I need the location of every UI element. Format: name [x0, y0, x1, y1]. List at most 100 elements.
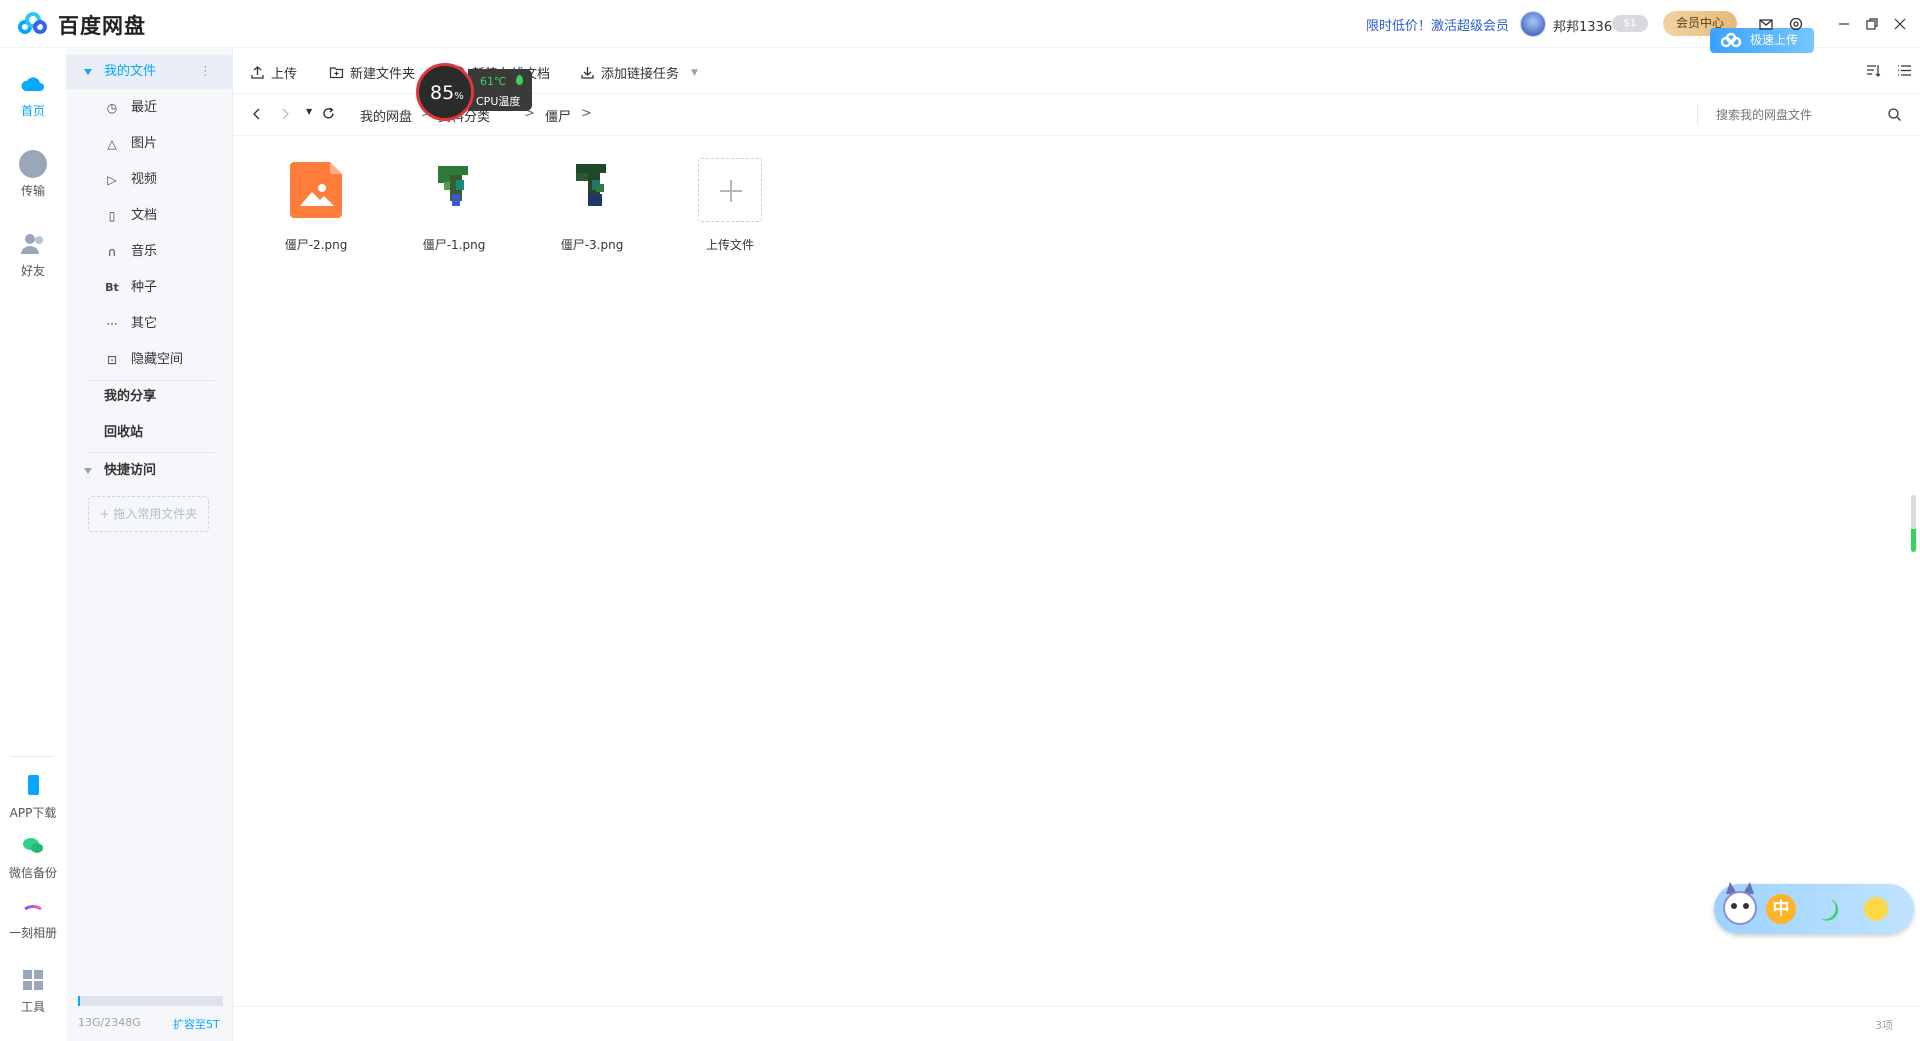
username[interactable]: 邦邦1336 [1553, 16, 1612, 35]
user-avatar[interactable] [1520, 11, 1546, 37]
cpu-usage-ring: 85% [416, 63, 474, 121]
rail-tools[interactable]: 工具 [0, 966, 66, 1015]
rail-friends[interactable]: 好友 [0, 230, 66, 279]
phone-icon [19, 772, 47, 800]
title-bar: 百度网盘 限时低价！激活超级会员 邦邦1336 $1 会员中心 极速上传 [0, 0, 1920, 53]
cloud-icon [19, 70, 47, 98]
cpu-monitor-widget[interactable]: 61℃ CPU温度 85% [416, 63, 532, 121]
upload-button[interactable]: 上传 [250, 63, 297, 82]
sidebar-item-videos[interactable]: ▷ 视频 [66, 163, 233, 197]
sidebar-item-documents[interactable]: ▯ 文档 [66, 199, 233, 233]
image-thumbnail [560, 158, 624, 222]
vip-promo-link[interactable]: 限时低价！激活超级会员 [1366, 15, 1509, 34]
item-count: 3项 [1875, 1019, 1893, 1032]
expand-storage-link[interactable]: 扩容至5T [173, 1016, 220, 1032]
sidebar-item-my-share[interactable]: 我的分享 [66, 380, 233, 414]
collapse-triangle-icon[interactable] [84, 69, 92, 75]
leaf-icon [516, 75, 523, 85]
cpu-percent-unit: % [454, 91, 464, 102]
fast-upload-label: 极速上传 [1750, 33, 1799, 47]
video-icon: ▷ [107, 173, 117, 187]
wechat-icon [19, 832, 47, 860]
document-icon: ▯ [108, 209, 116, 223]
forward-arrow-icon[interactable] [278, 107, 292, 125]
restore-icon[interactable] [1864, 16, 1880, 32]
headphone-icon: ∩ [107, 245, 117, 259]
sidebar-item-pictures[interactable]: △ 图片 [66, 127, 233, 161]
sidebar-item-recycle-bin[interactable]: 回收站 [66, 416, 233, 450]
sidebar-item-label: 最近 [131, 100, 158, 115]
moon-halfwidth-icon[interactable] [1812, 894, 1842, 924]
rail-tools-label: 工具 [20, 1000, 45, 1014]
sidebar-item-torrents[interactable]: Bt 种子 [66, 271, 233, 305]
storage-quota-text: 13G/2348G [78, 1016, 141, 1029]
sidebar-item-label: 图片 [131, 136, 158, 151]
new-folder-label: 新建文件夹 [350, 67, 416, 82]
sidebar-my-files-label: 我的文件 [104, 64, 157, 79]
level-badge[interactable]: $1 [1612, 15, 1648, 32]
new-folder-button[interactable]: 新建文件夹 [329, 63, 415, 82]
breadcrumb-separator: > [581, 106, 592, 121]
more-dots-icon[interactable]: ⋮ [199, 55, 212, 89]
sidebar-item-label: 文档 [131, 208, 158, 223]
rail-divider [10, 756, 54, 757]
album-icon [19, 892, 47, 920]
file-item[interactable]: 僵尸-3.png [532, 158, 652, 253]
list-view-icon [1898, 65, 1911, 76]
settings-gear-icon[interactable] [1788, 16, 1804, 32]
tools-icon [19, 966, 47, 994]
cpu-temp-label: CPU温度 [476, 95, 521, 108]
rail-transfer[interactable]: 传输 [0, 150, 66, 199]
rail-album[interactable]: 一刻相册 [0, 892, 66, 941]
sidebar-item-my-files[interactable]: 我的文件 ⋮ [66, 55, 233, 89]
rail-app-download[interactable]: APP下载 [0, 772, 66, 821]
chevron-down-icon[interactable]: ▼ [691, 68, 698, 78]
file-item[interactable]: 僵尸-2.png [256, 158, 376, 253]
sidebar-item-label: 其它 [131, 316, 158, 331]
add-link-task-button[interactable]: 添加链接任务 ▼ [580, 63, 698, 82]
sidebar-item-recent[interactable]: ◷ 最近 [66, 91, 233, 125]
view-toggle-button[interactable] [1897, 63, 1912, 78]
transfer-icon [19, 150, 47, 178]
refresh-icon[interactable] [321, 106, 336, 125]
breadcrumb-root[interactable]: 我的网盘 [360, 106, 412, 125]
sidebar-quick-access[interactable]: 快捷访问 [66, 454, 233, 488]
sidebar-item-hidden-space[interactable]: ⊡ 隐藏空间 [66, 343, 233, 377]
drop-folder-zone[interactable]: + 拖入常用文件夹 [88, 496, 209, 532]
sidebar-item-label: 种子 [131, 280, 158, 295]
sort-button[interactable] [1866, 63, 1881, 78]
emoji-icon[interactable] [1864, 897, 1888, 921]
rail-home-label: 首页 [20, 104, 45, 118]
friends-icon [19, 230, 47, 258]
baidu-cloud-logo-icon [18, 12, 50, 38]
search-input[interactable] [1698, 102, 1898, 128]
scroll-indicator[interactable] [1911, 495, 1916, 552]
more-icon: ··· [106, 317, 118, 331]
rail-friends-label: 好友 [20, 264, 45, 278]
upload-icon [251, 66, 264, 79]
rail-wechat-backup[interactable]: 微信备份 [0, 832, 66, 881]
app-logo: 百度网盘 [18, 10, 146, 40]
close-icon[interactable] [1892, 16, 1908, 32]
storage-quota-bar [78, 996, 223, 1006]
image-thumbnail [422, 158, 486, 222]
storage-quota-fill [78, 996, 80, 1006]
chinese-mode-icon[interactable]: 中 [1766, 894, 1796, 924]
sidebar-item-label: 音乐 [131, 244, 158, 259]
new-folder-icon [329, 67, 344, 79]
upload-file-item[interactable]: 上传文件 [670, 158, 790, 253]
rail-home[interactable]: 首页 [0, 70, 66, 119]
ime-toolbar-widget[interactable]: 中 [1714, 882, 1914, 934]
back-arrow-icon[interactable] [250, 107, 264, 125]
search-icon[interactable] [1887, 107, 1902, 126]
file-item[interactable]: 僵尸-1.png [394, 158, 514, 253]
minimize-icon[interactable] [1836, 16, 1852, 32]
mail-icon[interactable] [1758, 16, 1774, 32]
bt-icon: Bt [105, 281, 119, 294]
sidebar-quick-access-label: 快捷访问 [104, 463, 157, 478]
sidebar-item-other[interactable]: ··· 其它 [66, 307, 233, 341]
sidebar-item-music[interactable]: ∩ 音乐 [66, 235, 233, 269]
history-dropdown-icon[interactable]: ▼ [306, 107, 312, 116]
collapse-triangle-icon[interactable] [84, 468, 92, 474]
sidebar-my-share-label: 我的分享 [104, 389, 157, 404]
